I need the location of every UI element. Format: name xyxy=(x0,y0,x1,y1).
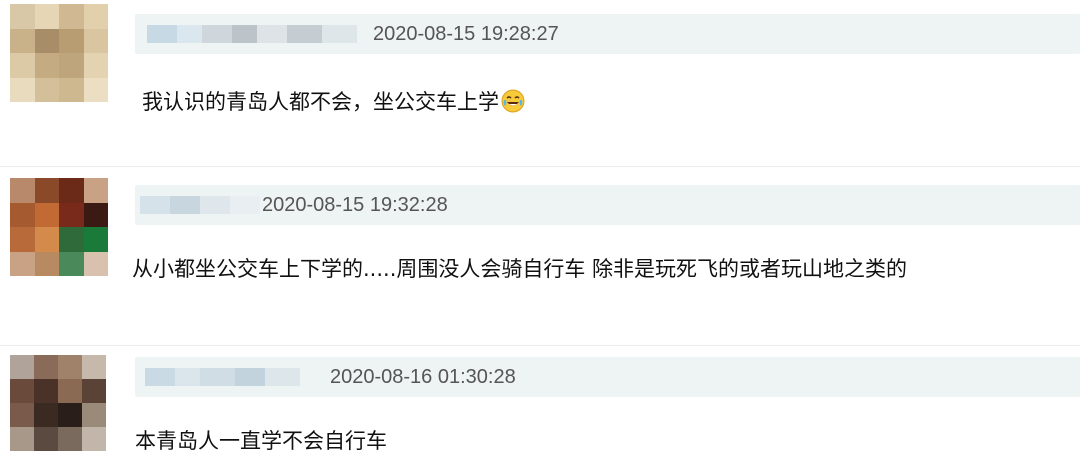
comment-meta-bar: 2020-08-15 19:32:28 xyxy=(135,185,1080,225)
comment-timestamp: 2020-08-16 01:30:28 xyxy=(330,366,516,388)
comment-timestamp: 2020-08-15 19:28:27 xyxy=(373,23,559,45)
comment-item: 2020-08-15 19:28:27 我认识的青岛人都不会，坐公交车上学 xyxy=(0,0,1080,160)
comment-meta-bar: 2020-08-16 01:30:28 xyxy=(135,357,1080,397)
avatar[interactable] xyxy=(10,4,108,102)
comment-divider xyxy=(0,166,1080,167)
avatar[interactable] xyxy=(10,178,108,276)
username-redacted[interactable] xyxy=(147,25,357,43)
comment-text: 从小都坐公交车上下学的.....周围没人会骑自行车 除非是玩死飞的或者玩山地之类… xyxy=(132,257,908,281)
comment-meta-bar: 2020-08-15 19:28:27 xyxy=(135,14,1080,54)
laughing-tears-emoji-icon xyxy=(501,89,525,113)
comment-timestamp: 2020-08-15 19:32:28 xyxy=(262,194,448,216)
comment-item: 2020-08-16 01:30:28 本青岛人一直学不会自行车 xyxy=(0,345,1080,465)
comment-text-content: 我认识的青岛人都不会，坐公交车上学 xyxy=(142,90,499,114)
comment-item: 2020-08-15 19:32:28 从小都坐公交车上下学的.....周围没人… xyxy=(0,170,1080,340)
username-redacted[interactable] xyxy=(140,196,260,214)
comment-text: 我认识的青岛人都不会，坐公交车上学 xyxy=(142,88,525,116)
username-redacted[interactable] xyxy=(145,368,300,386)
comment-list: 2020-08-15 19:28:27 我认识的青岛人都不会，坐公交车上学 20… xyxy=(0,0,1080,465)
comment-text: 本青岛人一直学不会自行车 xyxy=(135,429,387,453)
avatar[interactable] xyxy=(10,355,106,451)
